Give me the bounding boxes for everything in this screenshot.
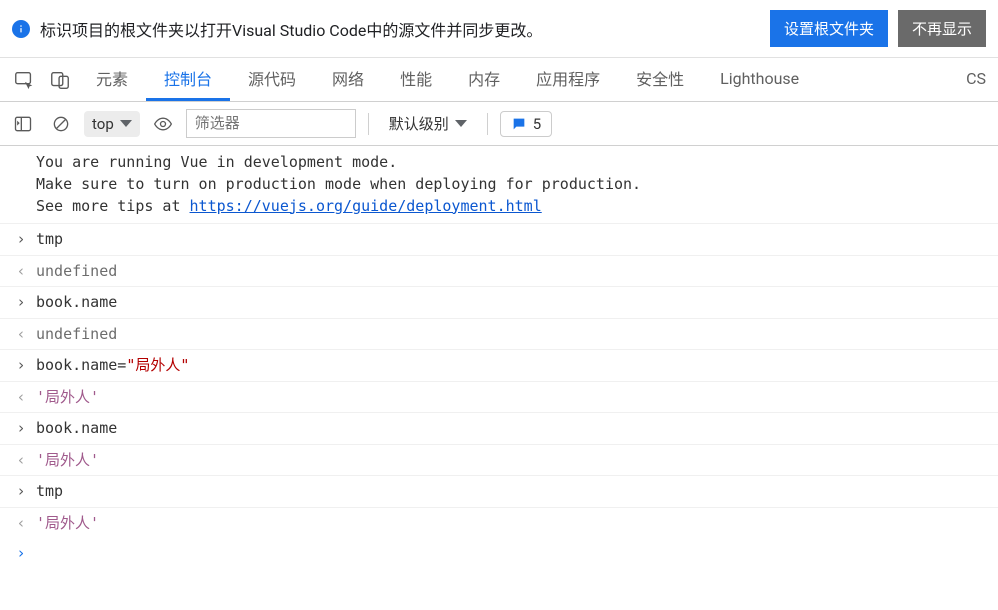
inspect-element-icon[interactable] xyxy=(6,62,42,98)
output-arrow-icon: ‹ xyxy=(14,260,28,283)
entry-content: '局外人' xyxy=(36,512,992,535)
issues-pill[interactable]: 5 xyxy=(500,111,552,137)
console-prompt-row[interactable]: › xyxy=(0,538,998,569)
entry-content: tmp xyxy=(36,228,992,251)
tab-sources[interactable]: 源代码 xyxy=(230,58,314,101)
infobar-text: 标识项目的根文件夹以打开Visual Studio Code中的源文件并同步更改… xyxy=(40,17,760,41)
entry-content: '局外人' xyxy=(36,449,992,472)
entry-content: book.name xyxy=(36,291,992,314)
tab-network[interactable]: 网络 xyxy=(314,58,382,101)
output-arrow-icon: ‹ xyxy=(14,512,28,535)
chevron-down-icon xyxy=(455,120,467,127)
input-arrow-icon: › xyxy=(14,417,28,440)
msg-line-2: Make sure to turn on production mode whe… xyxy=(36,175,641,193)
console-input-row: › book.name xyxy=(0,287,998,319)
console-output-row: ‹ '局外人' xyxy=(0,445,998,477)
issues-icon xyxy=(511,116,527,132)
output-arrow-icon: ‹ xyxy=(14,449,28,472)
console-toolbar: top 默认级别 5 xyxy=(0,102,998,146)
tab-memory[interactable]: 内存 xyxy=(450,58,518,101)
deployment-link[interactable]: https://vuejs.org/guide/deployment.html xyxy=(190,197,542,215)
console-entries: › tmp ‹ undefined › book.name ‹ undefined › book.… xyxy=(0,224,998,538)
entry-content: book.name xyxy=(36,417,992,440)
separator xyxy=(368,113,369,135)
prompt-arrow-icon: › xyxy=(14,542,28,565)
set-root-folder-button[interactable]: 设置根文件夹 xyxy=(770,10,888,47)
msg-line-3-prefix: See more tips at xyxy=(36,197,190,215)
console-input-row: › book.name="局外人" xyxy=(0,350,998,382)
input-arrow-icon: › xyxy=(14,354,28,377)
console-input-row: › tmp xyxy=(0,224,998,256)
dismiss-button[interactable]: 不再显示 xyxy=(898,10,986,47)
log-level-dropdown[interactable]: 默认级别 xyxy=(381,109,475,138)
output-arrow-icon: ‹ xyxy=(14,386,28,409)
tab-overflow[interactable]: CS xyxy=(960,58,992,101)
tab-application[interactable]: 应用程序 xyxy=(518,58,618,101)
devtools-tabs: 元素 控制台 源代码 网络 性能 内存 应用程序 安全性 Lighthouse … xyxy=(0,58,998,102)
tab-performance[interactable]: 性能 xyxy=(382,58,450,101)
filter-input[interactable] xyxy=(186,109,356,138)
context-label: top xyxy=(92,115,114,133)
console-output-row: ‹ '局外人' xyxy=(0,382,998,414)
chevron-down-icon xyxy=(120,120,132,127)
tab-security[interactable]: 安全性 xyxy=(618,58,702,101)
output-arrow-icon: ‹ xyxy=(14,323,28,346)
level-label: 默认级别 xyxy=(389,113,449,134)
input-arrow-icon: › xyxy=(14,228,28,251)
device-toggle-icon[interactable] xyxy=(42,62,78,98)
console-body: You are running Vue in development mode.… xyxy=(0,146,998,569)
msg-line-1: You are running Vue in development mode. xyxy=(36,153,397,171)
clear-console-icon[interactable] xyxy=(46,109,76,139)
console-output-row: ‹ '局外人' xyxy=(0,508,998,539)
console-message: You are running Vue in development mode.… xyxy=(0,146,998,224)
entry-content: undefined xyxy=(36,260,992,283)
console-input-row: › book.name xyxy=(0,413,998,445)
entry-content: '局外人' xyxy=(36,386,992,409)
context-dropdown[interactable]: top xyxy=(84,111,140,137)
separator xyxy=(487,113,488,135)
toggle-sidebar-icon[interactable] xyxy=(8,109,38,139)
tab-console[interactable]: 控制台 xyxy=(146,58,230,101)
console-output-row: ‹ undefined xyxy=(0,256,998,288)
info-icon xyxy=(12,20,30,38)
input-arrow-icon: › xyxy=(14,291,28,314)
tab-lighthouse[interactable]: Lighthouse xyxy=(702,58,817,101)
infobar: 标识项目的根文件夹以打开Visual Studio Code中的源文件并同步更改… xyxy=(0,0,998,58)
entry-content: undefined xyxy=(36,323,992,346)
issues-count: 5 xyxy=(533,115,541,133)
live-expression-icon[interactable] xyxy=(148,109,178,139)
input-arrow-icon: › xyxy=(14,480,28,503)
console-input-row: › tmp xyxy=(0,476,998,508)
tab-elements[interactable]: 元素 xyxy=(78,58,146,101)
console-output-row: ‹ undefined xyxy=(0,319,998,351)
entry-content: tmp xyxy=(36,480,992,503)
entry-content: book.name="局外人" xyxy=(36,354,992,377)
